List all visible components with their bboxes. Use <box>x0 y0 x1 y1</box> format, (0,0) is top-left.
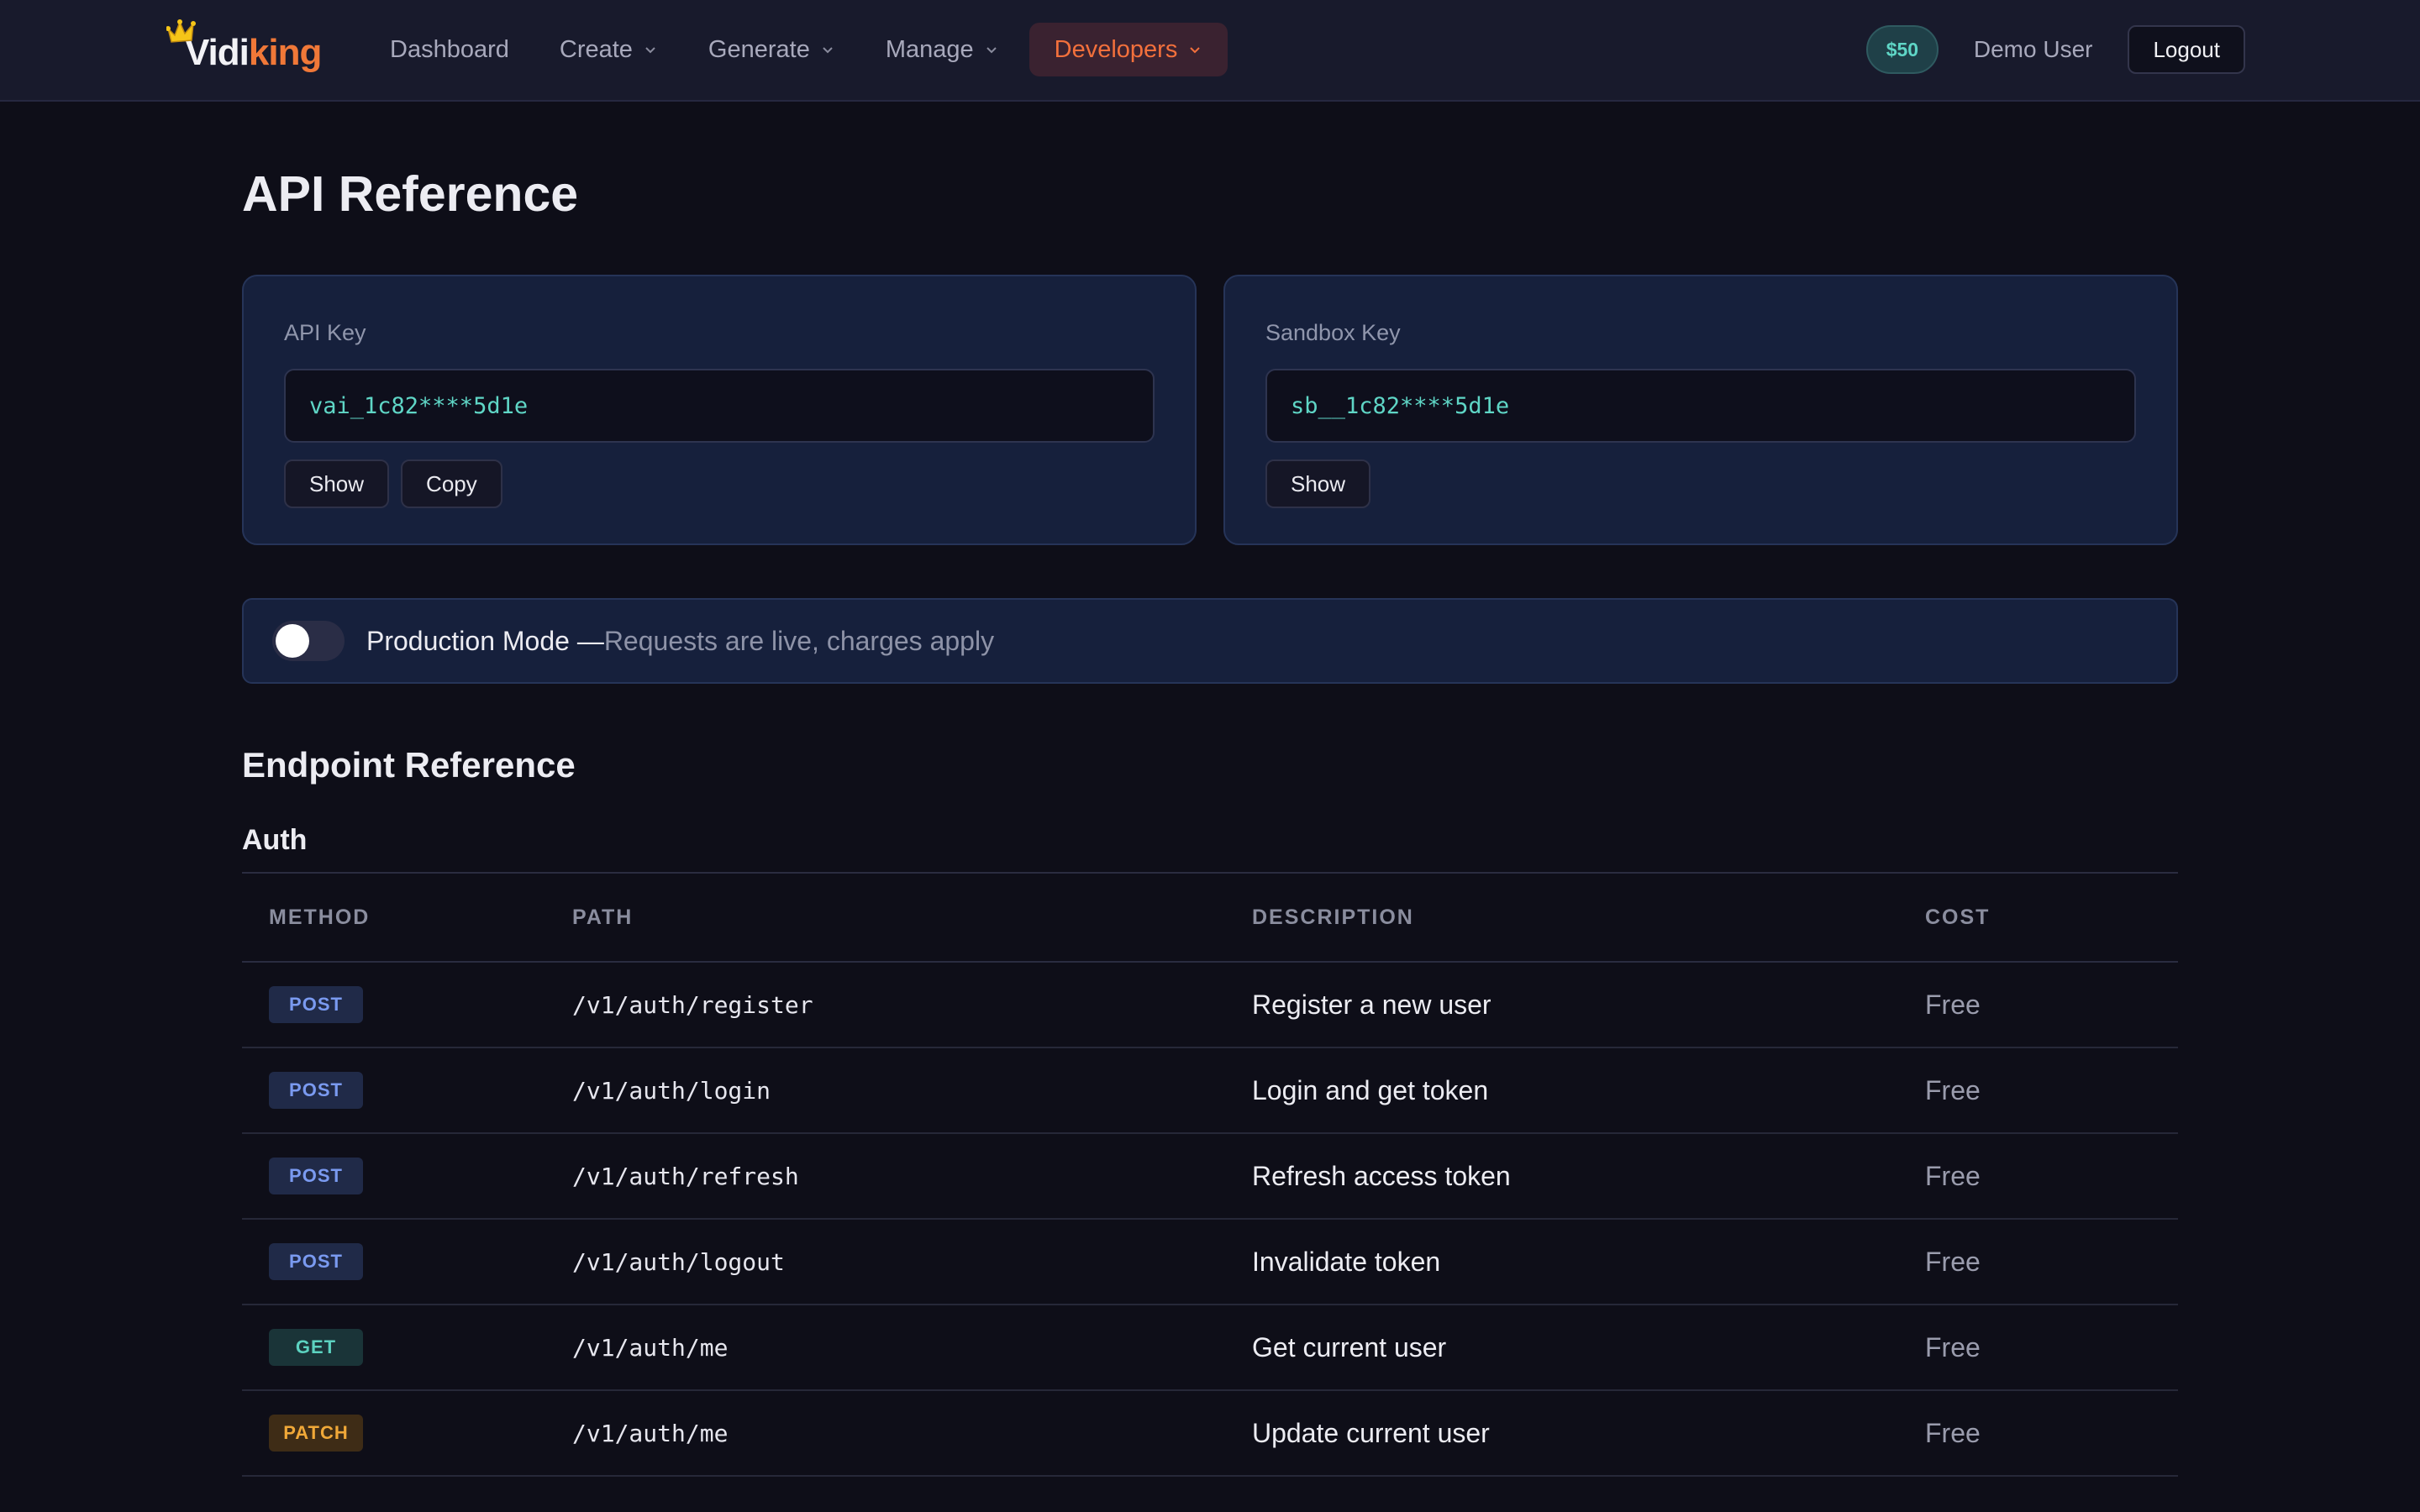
copy-api-key-button[interactable]: Copy <box>401 459 502 508</box>
method-badge: POST <box>269 1072 363 1109</box>
table-row[interactable]: POST /v1/auth/login Login and get token … <box>242 1048 2178 1134</box>
endpoint-cost: Free <box>1925 989 1981 1020</box>
table-row[interactable]: PATCH /v1/auth/me Update current user Fr… <box>242 1391 2178 1477</box>
sandbox-key-label: Sandbox Key <box>1265 320 1401 345</box>
endpoint-description: Refresh access token <box>1252 1160 1511 1191</box>
endpoint-path: /v1/auth/login <box>572 1076 771 1105</box>
nav-generate-label: Generate <box>708 35 810 63</box>
api-key-label: API Key <box>284 320 366 345</box>
chevron-down-icon <box>1190 47 1201 54</box>
endpoint-path: /v1/auth/register <box>572 990 813 1019</box>
nav-dashboard[interactable]: Dashboard <box>365 23 534 76</box>
method-badge: POST <box>269 986 363 1023</box>
column-header-method: METHOD <box>269 905 371 929</box>
production-mode-bar: Production Mode — Requests are live, cha… <box>242 598 2178 684</box>
endpoint-cost: Free <box>1925 1417 1981 1448</box>
crown-icon <box>166 19 196 43</box>
brand-name-part2: king <box>248 32 322 73</box>
nav-generate[interactable]: Generate <box>683 23 860 76</box>
endpoint-path: /v1/auth/refresh <box>572 1162 799 1190</box>
endpoint-description: Get current user <box>1252 1331 1447 1362</box>
chevron-down-icon <box>823 47 833 54</box>
column-header-path: PATH <box>572 905 634 929</box>
api-key-card: API Key vai_1c82****5d1e Show Copy <box>242 275 1197 545</box>
chevron-down-icon <box>986 47 997 54</box>
endpoint-description: Login and get token <box>1252 1074 1489 1105</box>
endpoint-cost: Free <box>1925 1074 1981 1105</box>
endpoint-cost: Free <box>1925 1246 1981 1277</box>
toggle-knob <box>276 624 309 658</box>
nav-create-label: Create <box>559 35 633 63</box>
table-row[interactable]: POST /v1/auth/refresh Refresh access tok… <box>242 1134 2178 1220</box>
page-title: API Reference <box>242 166 579 222</box>
nav-create[interactable]: Create <box>534 23 683 76</box>
endpoint-reference-title: Endpoint Reference <box>242 745 576 785</box>
production-mode-label: Production Mode — <box>366 625 604 656</box>
nav-dashboard-label: Dashboard <box>390 35 509 63</box>
table-header: METHOD PATH DESCRIPTION COST <box>242 872 2178 963</box>
nav-account: $50 Demo User Logout <box>1865 25 2245 74</box>
top-navbar: Vidi king Dashboard Create Generate Manag… <box>0 0 2420 102</box>
sandbox-key-field[interactable]: sb__1c82****5d1e <box>1265 369 2136 443</box>
method-badge: GET <box>269 1329 363 1366</box>
endpoint-path: /v1/auth/logout <box>572 1247 785 1276</box>
endpoint-cost: Free <box>1925 1160 1981 1191</box>
logout-button[interactable]: Logout <box>2128 25 2245 74</box>
method-badge: POST <box>269 1158 363 1194</box>
chevron-down-icon <box>645 47 655 54</box>
nav-manage[interactable]: Manage <box>860 23 1024 76</box>
table-row[interactable]: POST /v1/auth/logout Invalidate token Fr… <box>242 1220 2178 1305</box>
endpoint-table: METHOD PATH DESCRIPTION COST POST /v1/au… <box>242 872 2178 1477</box>
endpoint-description: Update current user <box>1252 1417 1490 1448</box>
show-api-key-button[interactable]: Show <box>284 459 390 508</box>
production-mode-description: Requests are live, charges apply <box>603 625 995 656</box>
sandbox-key-actions: Show <box>1265 459 1371 508</box>
endpoint-path: /v1/auth/me <box>572 1419 729 1447</box>
api-key-actions: Show Copy <box>284 459 502 508</box>
method-badge: PATCH <box>269 1415 363 1452</box>
table-row[interactable]: GET /v1/auth/me Get current user Free <box>242 1305 2178 1391</box>
table-row[interactable]: POST /v1/auth/register Register a new us… <box>242 963 2178 1048</box>
user-name[interactable]: Demo User <box>1974 36 2093 63</box>
column-header-description: DESCRIPTION <box>1252 905 1414 929</box>
brand-logo[interactable]: Vidi king <box>166 18 322 77</box>
endpoint-group-title: Auth <box>242 824 308 856</box>
nav-manage-label: Manage <box>885 35 974 63</box>
endpoint-cost: Free <box>1925 1331 1981 1362</box>
method-badge: POST <box>269 1243 363 1280</box>
show-sandbox-key-button[interactable]: Show <box>1265 459 1371 508</box>
sandbox-key-card: Sandbox Key sb__1c82****5d1e Show <box>1223 275 2178 545</box>
column-header-cost: COST <box>1925 905 1991 929</box>
endpoint-path: /v1/auth/me <box>572 1333 729 1362</box>
production-mode-toggle[interactable] <box>272 621 345 661</box>
main-nav: Dashboard Create Generate Manage Develop… <box>365 23 1228 76</box>
api-key-field[interactable]: vai_1c82****5d1e <box>284 369 1155 443</box>
endpoint-description: Invalidate token <box>1252 1246 1441 1277</box>
nav-developers-label: Developers <box>1054 35 1178 63</box>
nav-developers[interactable]: Developers <box>1028 23 1228 76</box>
endpoint-description: Register a new user <box>1252 989 1491 1020</box>
credit-badge[interactable]: $50 <box>1865 25 1939 74</box>
